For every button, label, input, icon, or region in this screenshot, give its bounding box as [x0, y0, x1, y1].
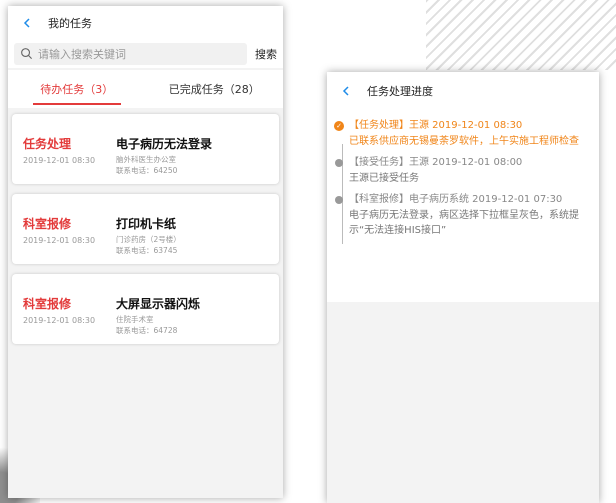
entry-head: 【科室报修】电子病历系统 2019-12-01 07:30 — [349, 194, 563, 205]
entry-head: 【接受任务】王源 2019-12-01 08:00 — [349, 157, 523, 168]
tasks-header: 我的任务 — [8, 6, 283, 40]
entry-body: 已联系供应商无锡曼荼罗软件，上午实施工程师检查 — [349, 136, 579, 147]
search-button[interactable]: 搜索 — [247, 46, 277, 62]
task-tabs: 待办任务（3） 已完成任务（28） — [8, 70, 283, 108]
entry-body: 电子病历无法登录，病区选择下拉框呈灰色，系统提示“无法连接HIS接口” — [349, 210, 579, 236]
task-card[interactable]: 科室报修 2019-12-01 08:30 打印机卡纸 门诊药房（2号楼） 联系… — [12, 194, 279, 264]
timeline-entry: 【接受任务】王源 2019-12-01 08:00 王源已接受任务 — [335, 155, 589, 186]
search-bar: 请输入搜索关键词 搜索 — [8, 40, 283, 68]
task-list: 任务处理 2019-12-01 08:30 电子病历无法登录 脑外科医生办公室 … — [8, 108, 283, 344]
progress-header: 任务处理进度 — [327, 72, 599, 110]
task-card[interactable]: 科室报修 2019-12-01 08:30 大屏显示器闪烁 住院手术室 联系电话… — [12, 274, 279, 344]
timeline-dot — [335, 196, 343, 204]
task-card[interactable]: 任务处理 2019-12-01 08:30 电子病历无法登录 脑外科医生办公室 … — [12, 114, 279, 184]
timeline-dot — [335, 159, 343, 167]
tab-pending[interactable]: 待办任务（3） — [8, 70, 146, 108]
task-phone: 联系电话：63745 — [116, 246, 178, 255]
entry-head: 【任务处理】王源 2019-12-01 08:30 — [349, 120, 523, 131]
page-title: 任务处理进度 — [367, 85, 433, 98]
progress-timeline: ✓ 【任务处理】王源 2019-12-01 08:30 已联系供应商无锡曼荼罗软… — [327, 110, 599, 302]
search-icon — [20, 47, 34, 61]
task-phone: 联系电话：64250 — [116, 166, 178, 175]
back-icon[interactable] — [20, 16, 34, 30]
page-title: 我的任务 — [48, 17, 92, 30]
task-title: 打印机卡纸 — [116, 217, 177, 231]
task-type: 科室报修 — [23, 297, 72, 311]
task-title: 大屏显示器闪烁 — [116, 297, 201, 311]
timeline-entry: ✓ 【任务处理】王源 2019-12-01 08:30 已联系供应商无锡曼荼罗软… — [334, 118, 589, 149]
task-title: 电子病历无法登录 — [116, 137, 213, 151]
task-department: 住院手术室 — [116, 315, 154, 324]
search-placeholder: 请输入搜索关键词 — [38, 48, 126, 61]
task-phone: 联系电话：64728 — [116, 326, 178, 335]
timeline-entry: 【科室报修】电子病历系统 2019-12-01 07:30 电子病历无法登录，病… — [335, 192, 589, 238]
task-time: 2019-12-01 08:30 — [23, 236, 96, 245]
task-type: 科室报修 — [23, 217, 72, 231]
back-icon[interactable] — [339, 84, 353, 98]
task-time: 2019-12-01 08:30 — [23, 316, 96, 325]
check-icon: ✓ — [334, 121, 344, 131]
decorative-stripes — [426, 0, 616, 70]
entry-body: 王源已接受任务 — [349, 173, 419, 184]
task-type: 任务处理 — [23, 137, 72, 151]
task-department: 脑外科医生办公室 — [116, 155, 176, 164]
my-tasks-screen: 我的任务 请输入搜索关键词 搜索 待办任务（3） 已完成任务（28） 任务处理 … — [8, 6, 283, 498]
task-time: 2019-12-01 08:30 — [23, 156, 96, 165]
task-progress-screen: 任务处理进度 ✓ 【任务处理】王源 2019-12-01 08:30 已联系供应… — [327, 72, 599, 503]
tab-completed[interactable]: 已完成任务（28） — [146, 70, 284, 108]
search-input[interactable]: 请输入搜索关键词 — [14, 43, 247, 65]
task-department: 门诊药房（2号楼） — [116, 235, 181, 244]
